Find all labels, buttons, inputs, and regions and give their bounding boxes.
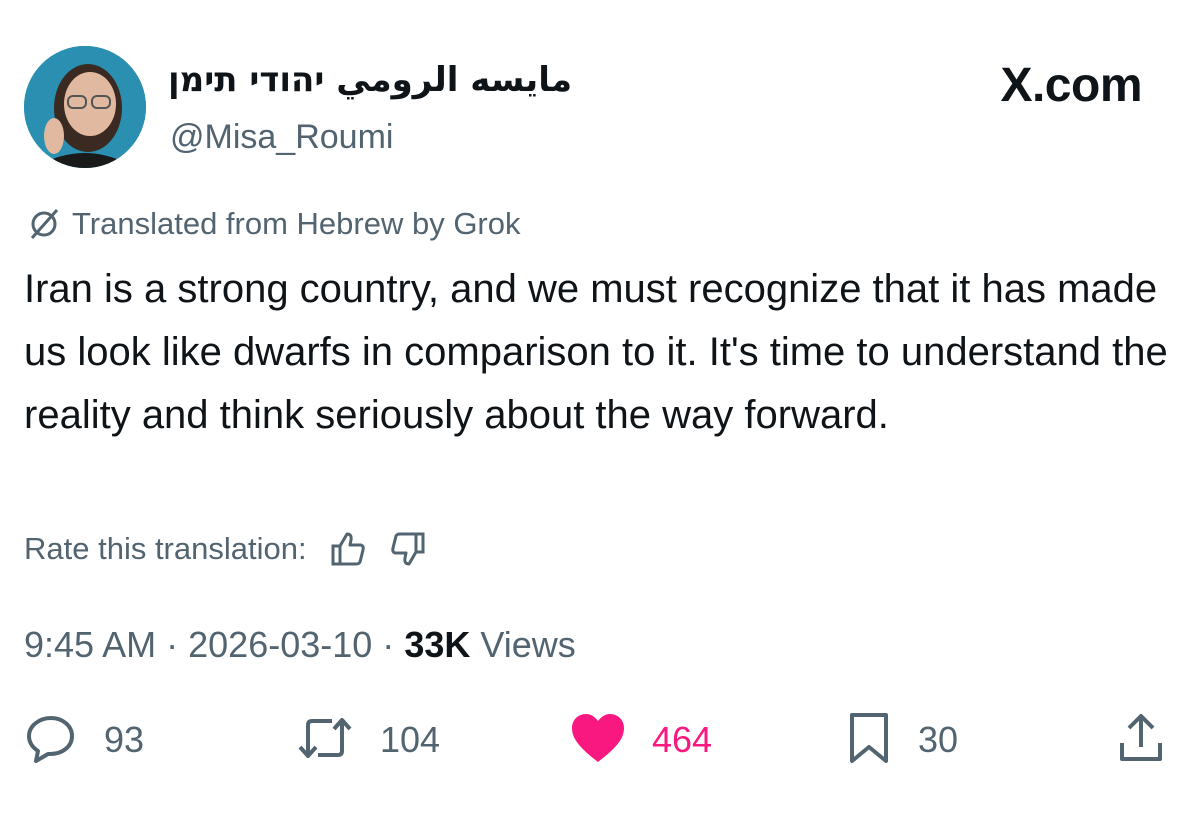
bookmark-button[interactable]: 30 [846,710,958,770]
display-name[interactable]: مايسه الرومي יהודי תימן [168,60,572,100]
tweet-text: Iran is a strong country, and we must re… [24,267,1168,437]
views-label: Views [480,624,576,665]
translation-label: Translated from Hebrew by Grok [72,206,521,241]
tweet-meta: 9:45 AM · 2026-03-10 · 33K Views [24,624,576,666]
rate-translation: Rate this translation: [24,530,427,568]
brand-logo: X.com [1000,59,1142,112]
tweet-time[interactable]: 9:45 AM [24,624,156,665]
meta-separator: · [382,624,395,665]
tweet-date[interactable]: 2026-03-10 [188,624,372,665]
meta-separator: · [166,624,179,665]
reply-count: 93 [104,719,145,760]
repost-count: 104 [380,719,441,760]
reply-icon [24,711,78,770]
thumbs-down-icon[interactable] [389,530,427,568]
repost-icon [296,711,354,770]
share-icon [1116,711,1166,770]
repost-button[interactable]: 104 [296,710,440,770]
globe-slash-icon [24,207,64,241]
translation-notice: Translated from Hebrew by Grok [24,206,521,242]
bookmark-icon [846,711,892,770]
like-button[interactable]: 464 [570,710,712,770]
share-button[interactable] [1116,710,1166,770]
user-handle[interactable]: @Misa_Roumi [170,118,393,157]
reply-button[interactable]: 93 [24,710,144,770]
heart-icon [570,712,626,769]
thumbs-up-icon[interactable] [329,530,367,568]
avatar[interactable] [24,46,146,168]
bookmark-count: 30 [918,719,959,760]
views-count: 33K [404,624,471,665]
like-count: 464 [652,719,713,760]
tweet-header: مايسه الرومي יהודי תימן @Misa_Roumi X.co… [24,44,1164,174]
tweet-actions: 93 104 464 30 [24,710,1174,770]
rate-translation-label: Rate this translation: [24,531,307,566]
